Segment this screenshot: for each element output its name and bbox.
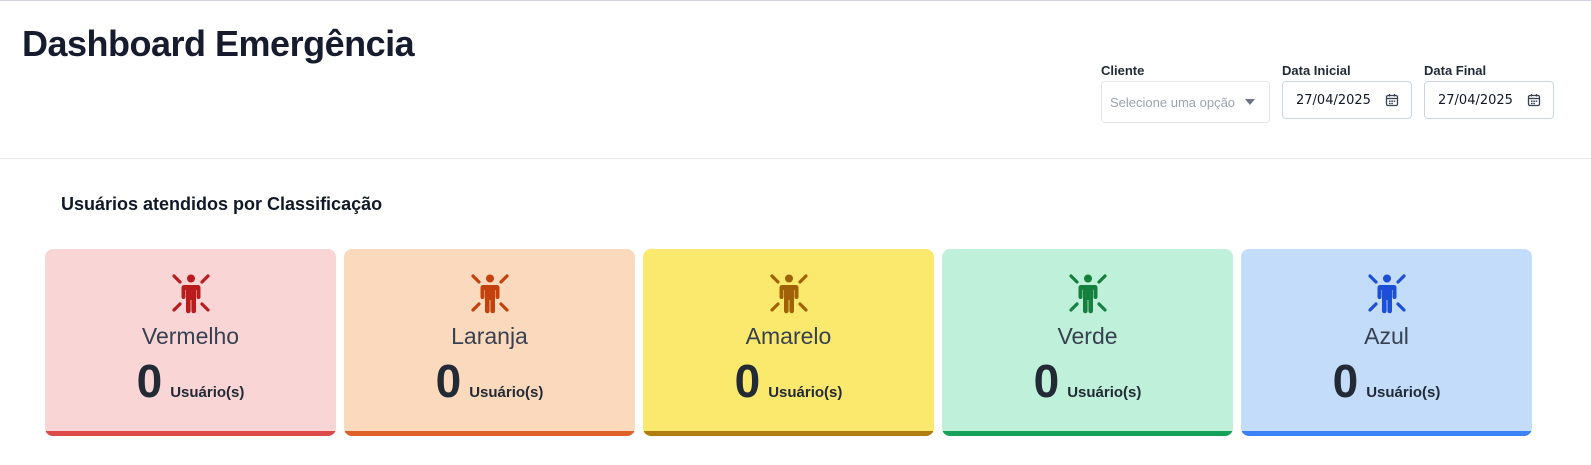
cliente-label: Cliente [1101, 63, 1145, 78]
card-count: 0 [734, 355, 761, 407]
card-unit: Usuário(s) [170, 384, 245, 401]
card-azul: Azul 0 Usuário(s) [1241, 249, 1532, 436]
data-final-filter: Data Final 27/04/2025 [1424, 63, 1554, 123]
card-count-row: 0 Usuário(s) [1333, 356, 1441, 406]
calendar-icon[interactable] [1385, 93, 1399, 107]
card-count: 0 [435, 355, 462, 407]
person-alert-icon [1066, 271, 1110, 315]
card-verde: Verde 0 Usuário(s) [942, 249, 1233, 436]
card-label: Vermelho [141, 323, 240, 349]
card-unit: Usuário(s) [768, 384, 843, 401]
data-inicial-label: Data Inicial [1282, 63, 1351, 78]
card-count: 0 [1033, 355, 1060, 407]
card-unit: Usuário(s) [1366, 384, 1441, 401]
card-label: Verde [1057, 323, 1118, 349]
data-final-input[interactable]: 27/04/2025 [1424, 81, 1554, 119]
card-laranja: Laranja 0 Usuário(s) [344, 249, 635, 436]
card-amarelo: Amarelo 0 Usuário(s) [643, 249, 934, 436]
person-alert-icon [767, 271, 811, 315]
filters: Cliente Selecione uma opção Data Inicial… [1101, 63, 1554, 123]
chevron-down-icon [1245, 99, 1255, 105]
card-count-row: 0 Usuário(s) [1034, 356, 1142, 406]
card-bottom-bar [1241, 431, 1532, 436]
section-title: Usuários atendidos por Classificação [61, 194, 383, 214]
page: Dashboard Emergência Cliente Selecione u… [0, 0, 1591, 465]
classification-cards: Vermelho 0 Usuário(s) Laranja 0 Usuário(… [45, 249, 1532, 436]
person-alert-icon [169, 271, 213, 315]
card-count-row: 0 Usuário(s) [436, 356, 544, 406]
person-alert-icon [1365, 271, 1409, 315]
header: Dashboard Emergência Cliente Selecione u… [0, 1, 1591, 159]
person-alert-icon [468, 271, 512, 315]
card-vermelho: Vermelho 0 Usuário(s) [45, 249, 336, 436]
cliente-select[interactable]: Selecione uma opção [1101, 81, 1270, 123]
card-label: Amarelo [745, 323, 832, 349]
card-count: 0 [1332, 355, 1359, 407]
data-inicial-value: 27/04/2025 [1296, 92, 1371, 108]
data-inicial-input[interactable]: 27/04/2025 [1282, 81, 1412, 119]
card-bottom-bar [344, 431, 635, 436]
data-inicial-filter: Data Inicial 27/04/2025 [1282, 63, 1412, 123]
card-label: Laranja [451, 323, 528, 349]
card-bottom-bar [942, 431, 1233, 436]
data-final-label: Data Final [1424, 63, 1487, 78]
card-unit: Usuário(s) [469, 384, 544, 401]
card-bottom-bar [643, 431, 934, 436]
card-count: 0 [136, 355, 163, 407]
data-final-value: 27/04/2025 [1438, 92, 1513, 108]
card-unit: Usuário(s) [1067, 384, 1142, 401]
card-label: Azul [1364, 323, 1409, 349]
card-bottom-bar [45, 431, 336, 436]
card-count-row: 0 Usuário(s) [735, 356, 843, 406]
card-count-row: 0 Usuário(s) [137, 356, 245, 406]
cliente-filter: Cliente Selecione uma opção [1101, 63, 1270, 123]
page-title: Dashboard Emergência [22, 23, 415, 64]
cliente-placeholder: Selecione uma opção [1110, 94, 1236, 110]
calendar-icon[interactable] [1527, 93, 1541, 107]
